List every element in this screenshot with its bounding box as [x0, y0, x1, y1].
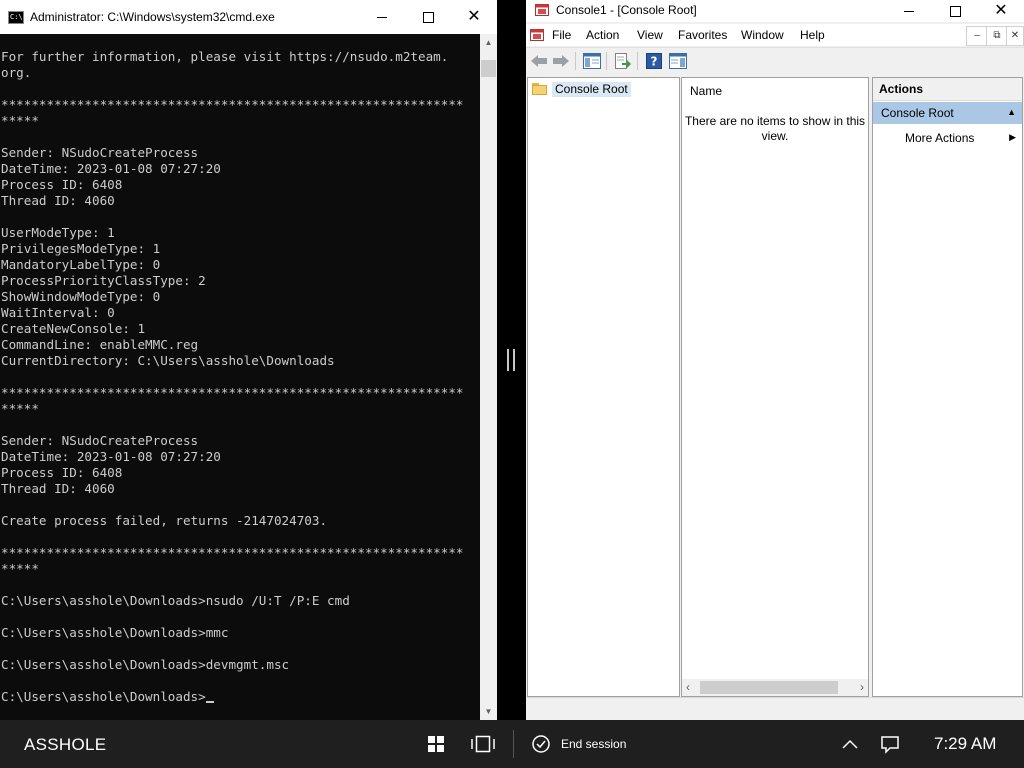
- show-hide-tree-icon[interactable]: [582, 51, 602, 71]
- divider-grip-icon[interactable]: [507, 349, 515, 371]
- results-pane[interactable]: Name There are no items to show in this …: [681, 77, 869, 697]
- mmc-app-icon: [535, 4, 549, 16]
- svg-text:?: ?: [651, 55, 658, 69]
- export-list-icon[interactable]: [613, 51, 633, 71]
- empty-view-message: There are no items to show in this view.: [684, 114, 866, 143]
- menu-file[interactable]: File: [552, 28, 571, 42]
- forward-arrow-icon[interactable]: [551, 51, 571, 71]
- end-session-icon[interactable]: [528, 732, 554, 756]
- notification-icon[interactable]: [877, 732, 903, 756]
- text-cursor: [205, 701, 214, 703]
- results-horizontal-scrollbar[interactable]: ‹ ›: [682, 679, 868, 696]
- tree-item-label: Console Root: [552, 81, 631, 97]
- actions-group-console-root[interactable]: Console Root ▲: [873, 102, 1022, 124]
- mmc-window-title: Console1 - [Console Root]: [556, 3, 697, 17]
- user-name[interactable]: ASSHOLE: [24, 735, 106, 755]
- maximize-icon[interactable]: [932, 0, 978, 22]
- close-icon[interactable]: ✕: [978, 0, 1024, 22]
- cmd-titlebar[interactable]: C:\ Administrator: C:\Windows\system32\c…: [0, 0, 497, 34]
- console-vertical-scrollbar[interactable]: ▲ ▼: [480, 34, 497, 720]
- console-text: For further information, please visit ht…: [1, 49, 464, 704]
- cmd-window-title: Administrator: C:\Windows\system32\cmd.e…: [30, 10, 275, 24]
- mmc-window: Console1 - [Console Root] ✕ File Action …: [526, 0, 1024, 721]
- toolbar: ?: [526, 47, 1024, 74]
- actions-group-label: Console Root: [881, 106, 954, 120]
- menu-view[interactable]: View: [637, 28, 663, 42]
- console-tree-pane[interactable]: Console Root: [527, 77, 680, 697]
- windows-start-icon[interactable]: [423, 732, 449, 756]
- help-icon[interactable]: ?: [644, 51, 664, 71]
- task-view-icon[interactable]: [470, 732, 496, 756]
- tree-item-console-root[interactable]: Console Root: [532, 81, 631, 97]
- taskbar: ASSHOLE End session 7:29 AM: [0, 720, 1024, 768]
- maximize-icon[interactable]: [405, 0, 451, 34]
- menu-favorites[interactable]: Favorites: [678, 28, 727, 42]
- submenu-arrow-icon[interactable]: ▶: [1009, 132, 1016, 143]
- collapse-up-icon[interactable]: ▲: [1007, 107, 1016, 117]
- end-session-label[interactable]: End session: [561, 737, 626, 751]
- console-output[interactable]: For further information, please visit ht…: [0, 34, 480, 720]
- column-header-name[interactable]: Name: [690, 84, 722, 98]
- actions-pane: Actions Console Root ▲ More Actions ▶: [872, 77, 1023, 697]
- status-bar: [526, 697, 1024, 721]
- actions-header: Actions: [873, 78, 1022, 101]
- cmd-app-icon: C:\: [8, 11, 24, 24]
- action-pane-icon[interactable]: [668, 51, 688, 71]
- more-actions-item[interactable]: More Actions: [905, 131, 974, 145]
- menu-window[interactable]: Window: [741, 28, 784, 42]
- cmd-window: C:\ Administrator: C:\Windows\system32\c…: [0, 0, 497, 720]
- minimize-icon[interactable]: [359, 0, 405, 34]
- menu-action[interactable]: Action: [586, 28, 619, 42]
- console-menu-icon[interactable]: [530, 28, 544, 42]
- mmc-titlebar[interactable]: Console1 - [Console Root] ✕: [526, 0, 1024, 22]
- minimize-icon[interactable]: [886, 0, 932, 22]
- taskbar-separator: [513, 730, 514, 758]
- child-minimize-icon[interactable]: –: [966, 26, 988, 46]
- child-restore-icon[interactable]: ⧉: [986, 26, 1008, 46]
- snap-divider[interactable]: [497, 0, 526, 720]
- scroll-thumb[interactable]: [700, 681, 838, 694]
- child-close-icon[interactable]: ✕: [1006, 26, 1024, 46]
- back-arrow-icon[interactable]: [529, 51, 549, 71]
- scroll-left-icon[interactable]: ‹: [686, 680, 690, 694]
- close-icon[interactable]: ✕: [451, 0, 497, 34]
- scroll-thumb[interactable]: [481, 60, 496, 77]
- scroll-down-icon[interactable]: ▼: [480, 703, 497, 720]
- menu-help[interactable]: Help: [800, 28, 825, 42]
- menu-bar: File Action View Favorites Window Help –…: [526, 24, 1024, 46]
- chevron-up-icon[interactable]: [837, 732, 863, 756]
- clock[interactable]: 7:29 AM: [934, 734, 996, 754]
- scroll-right-icon[interactable]: ›: [860, 680, 864, 694]
- scroll-up-icon[interactable]: ▲: [480, 34, 497, 51]
- folder-icon: [532, 83, 548, 95]
